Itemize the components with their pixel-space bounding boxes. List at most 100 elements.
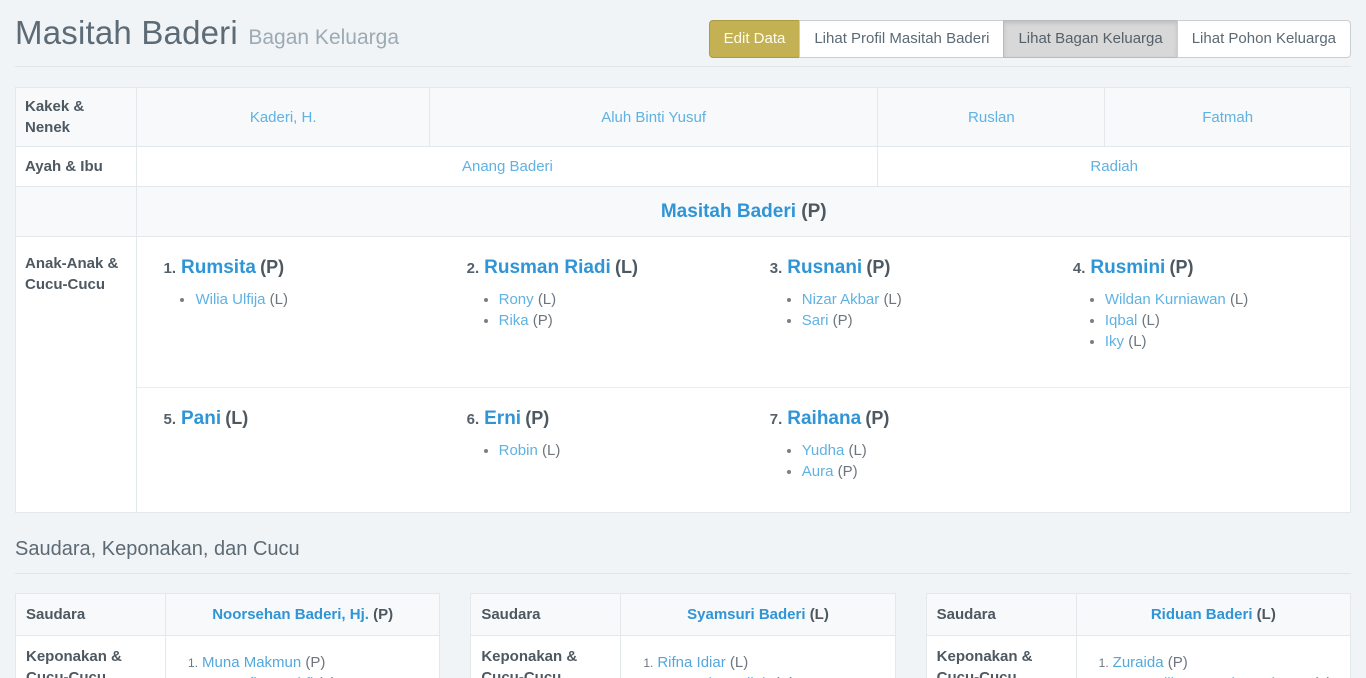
grandchild-item: Nizar Akbar (L) (802, 289, 1037, 310)
child-item: 1. Rumsita (P) Wilia Ulfija (L) (137, 237, 440, 387)
mother-link[interactable]: Radiah (1090, 158, 1138, 175)
child-number: 2. (467, 260, 480, 277)
grandchild-link[interactable]: Robin (499, 442, 538, 459)
nephew-item: 1. Rifna Idiar (L) Sari Mardiah (P) (629, 646, 886, 678)
parents-row: Ayah & Ibu Anang Baderi Radiah (16, 147, 1351, 187)
nephew-number: 1. (643, 656, 653, 670)
grandchild-gender-badge: (P) (838, 463, 858, 480)
children-row: Anak-Anak & Cucu-Cucu 1. Rumsita (P) Wili… (16, 237, 1351, 513)
sibling-gender-badge: (L) (810, 606, 829, 623)
nephew-number: 1. (188, 656, 198, 670)
grandchild-link[interactable]: Iqbal (1105, 312, 1138, 329)
nephew-gender-badge: (P) (1168, 654, 1188, 671)
grandchild-gender-badge: (L) (848, 442, 866, 459)
father-link[interactable]: Anang Baderi (462, 158, 553, 175)
child-link[interactable]: Raihana (787, 408, 861, 429)
child-number: 1. (163, 260, 176, 277)
grandchild-gender-badge: (P) (533, 312, 553, 329)
grandchild-gender-badge: (L) (542, 442, 560, 459)
nephew-gender-badge: (L) (730, 654, 748, 671)
child-gender-badge: (P) (260, 257, 284, 277)
grandchild-item: Rika (P) (499, 310, 734, 331)
grandchild-link[interactable]: Wilia Ulfija (195, 291, 265, 308)
grandmother-paternal-link[interactable]: Aluh Binti Yusuf (601, 109, 706, 126)
child-number: 7. (770, 411, 783, 428)
sibling-card: Saudara Syamsuri Baderi (L) Keponakan & … (470, 593, 895, 678)
grandmother-maternal-link[interactable]: Fatmah (1202, 109, 1253, 126)
child-gender-badge: (L) (225, 408, 248, 428)
nephew-link[interactable]: Rifna Idiar (657, 654, 725, 671)
child-item: 4.Rusmini (P) Wildan Kurniawan (L) Iqbal… (1047, 237, 1350, 387)
self-gender-badge: (P) (801, 201, 826, 222)
child-gender-badge: (P) (1170, 257, 1194, 277)
grandchild-link[interactable]: Aura (802, 463, 834, 480)
children-label: Anak-Anak & Cucu-Cucu (16, 237, 137, 513)
sibling-link[interactable]: Syamsuri Baderi (687, 606, 805, 623)
grandfather-paternal-link[interactable]: Kaderi, H. (250, 109, 317, 126)
page-subtitle: Bagan Keluarga (248, 26, 399, 49)
child-link[interactable]: Pani (181, 408, 221, 429)
self-row-empty-cell (16, 187, 137, 237)
header-divider (15, 66, 1351, 67)
grandchild-link[interactable]: Sari (802, 312, 829, 329)
child-gender-badge: (P) (865, 408, 889, 428)
self-row: Masitah Baderi (P) (16, 187, 1351, 237)
view-profile-button[interactable]: Lihat Profil Masitah Baderi (799, 20, 1004, 58)
nephew-link[interactable]: Zuraida (1113, 654, 1164, 671)
grandchild-item: Robin (L) (499, 440, 734, 461)
grandchild-link[interactable]: Rika (499, 312, 529, 329)
nephews-row: Keponakan & Cucu-Cucu 1.Muna Makmun (P) … (16, 635, 439, 678)
view-family-tree-button[interactable]: Lihat Pohon Keluarga (1177, 20, 1351, 58)
grandchild-item: Iqbal (L) (1105, 310, 1340, 331)
child-link[interactable]: Rusnani (787, 257, 862, 278)
child-item: 3.Rusnani (P) Nizar Akbar (L) Sari (P) (744, 237, 1047, 387)
sibling-link[interactable]: Riduan Baderi (1151, 606, 1253, 623)
sibling-header-row: Saudara Noorsehan Baderi, Hj. (P) (16, 594, 439, 635)
grandchild-link[interactable]: Rony (499, 291, 534, 308)
siblings-section-divider (15, 573, 1351, 574)
sibling-label: Saudara (16, 594, 166, 635)
sibling-header-row: Saudara Syamsuri Baderi (L) (471, 594, 894, 635)
view-family-chart-button[interactable]: Lihat Bagan Keluarga (1003, 20, 1177, 58)
self-person-link[interactable]: Masitah Baderi (661, 201, 796, 222)
grandchild-item: Rony (L) (499, 289, 734, 310)
sibling-gender-badge: (L) (1257, 606, 1276, 623)
child-gender-badge: (L) (615, 257, 638, 277)
grandchild-item: Aura (P) (802, 461, 1037, 482)
grandparents-label: Kakek & Nenek (16, 88, 137, 147)
grandchild-gender-badge: (P) (833, 312, 853, 329)
grandchild-link[interactable]: Yudha (802, 442, 845, 459)
siblings-section-heading: Saudara, Keponakan, dan Cucu (15, 538, 1351, 561)
grandchild-item: Wilia Ulfija (L) (195, 289, 430, 310)
nephews-label: Keponakan & Cucu-Cucu (927, 636, 1077, 678)
edit-data-button[interactable]: Edit Data (709, 20, 801, 58)
nephew-link[interactable]: Muna Makmun (202, 654, 301, 671)
grandchild-link[interactable]: Nizar Akbar (802, 291, 880, 308)
child-number: 4. (1073, 260, 1086, 277)
parents-label: Ayah & Ibu (16, 147, 137, 187)
child-gender-badge: (P) (866, 257, 890, 277)
child-link[interactable]: Rumsita (181, 257, 256, 278)
nephew-number: 1. (1099, 656, 1109, 670)
grandchild-link[interactable]: Wildan Kurniawan (1105, 291, 1226, 308)
grandchild-item: Wildan Kurniawan (L) (1105, 289, 1340, 310)
grandfather-maternal-link[interactable]: Ruslan (968, 109, 1015, 126)
nephew-item: 1. Zuraida (P) Andika Nugraha Rahman (L) (1085, 646, 1342, 678)
sibling-link[interactable]: Noorsehan Baderi, Hj. (212, 606, 369, 623)
nephews-row: Keponakan & Cucu-Cucu 1. Zuraida (P) Andi… (927, 635, 1350, 678)
nephew-child-item: Sari Mardiah (P) (643, 671, 886, 678)
grandchild-gender-badge: (L) (1128, 333, 1146, 350)
child-gender-badge: (P) (525, 408, 549, 428)
child-link[interactable]: Erni (484, 408, 521, 429)
child-link[interactable]: Rusmini (1090, 257, 1165, 278)
grandchild-item: Iky (L) (1105, 331, 1340, 352)
nephew-child-item: Andika Nugraha Rahman (L) (1099, 671, 1342, 678)
grandchild-gender-badge: (L) (1230, 291, 1248, 308)
sibling-gender-badge: (P) (373, 606, 393, 623)
sibling-cards-row: Saudara Noorsehan Baderi, Hj. (P) Kepona… (15, 593, 1351, 678)
child-link[interactable]: Rusman Riadi (484, 257, 611, 278)
grandchild-gender-badge: (L) (270, 291, 288, 308)
grandparents-row: Kakek & Nenek Kaderi, H. Aluh Binti Yusu… (16, 88, 1351, 147)
sibling-card: Saudara Noorsehan Baderi, Hj. (P) Kepona… (15, 593, 440, 678)
grandchild-link[interactable]: Iky (1105, 333, 1124, 350)
